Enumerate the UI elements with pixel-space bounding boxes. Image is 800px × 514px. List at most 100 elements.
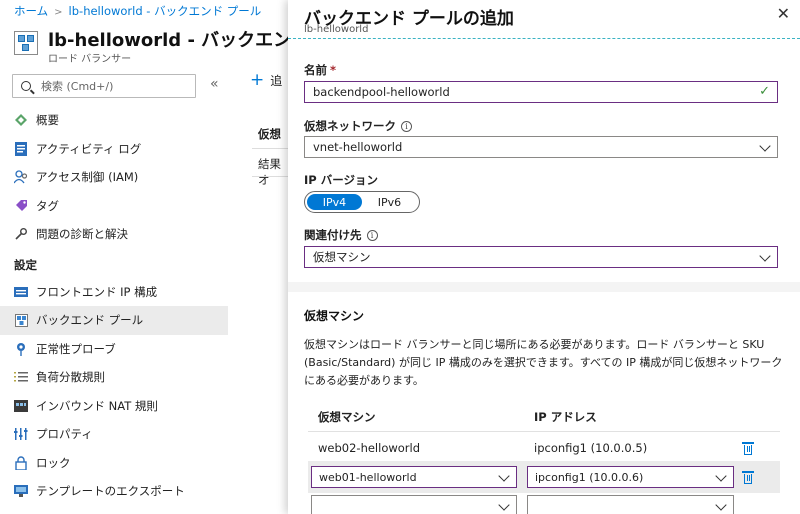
- plus-icon: +: [250, 70, 265, 90]
- ip-version-option-ipv6[interactable]: IPv6: [362, 194, 417, 210]
- menu-item-label: 概要: [36, 113, 59, 128]
- chevron-down-icon: [759, 250, 771, 262]
- menu-item-properties[interactable]: プロパティ: [0, 420, 228, 449]
- menu-item-export-template[interactable]: テンプレートのエクスポート: [0, 477, 228, 506]
- breadcrumb-home[interactable]: ホーム: [14, 4, 48, 18]
- add-button-label: 追: [270, 74, 283, 88]
- menu-item-diagnose[interactable]: 問題の診断と解決: [0, 220, 228, 249]
- menu-item-label: プロパティ: [36, 427, 93, 442]
- menu-item-overview[interactable]: 概要: [0, 106, 228, 135]
- vm-section-description: 仮想マシンはロード バランサーと同じ場所にある必要があります。ロード バランサー…: [304, 338, 783, 387]
- menu-item-backend-pool[interactable]: バックエンド プール: [0, 306, 228, 335]
- name-input[interactable]: backendpool-helloworld ✓: [304, 81, 778, 103]
- menu-item-activity-log[interactable]: アクティビティ ログ: [0, 135, 228, 164]
- delete-icon[interactable]: [742, 471, 754, 484]
- menu-item-label: ロック: [36, 455, 71, 470]
- activity-log-icon: [14, 141, 28, 156]
- panel-subtitle: lb-helloworld: [304, 24, 369, 35]
- vm-select-value: web01-helloworld: [319, 470, 417, 484]
- vnet-label-text: 仮想ネットワーク: [304, 119, 396, 133]
- menu-item-label: 正常性プローブ: [36, 341, 116, 356]
- ip-select-value: ipconfig1 (10.0.0.6): [535, 470, 644, 484]
- menu-item-frontend-ip[interactable]: フロントエンド IP 構成: [0, 278, 228, 307]
- breadcrumb: ホーム > lb-helloworld - バックエンド プール: [14, 3, 261, 19]
- associate-dropdown-value: 仮想マシン: [313, 250, 371, 264]
- wrench-icon: [14, 227, 28, 241]
- add-backend-pool-panel: バックエンド プールの追加 lb-helloworld ✕ 名前 * backen…: [288, 0, 800, 514]
- menu-item-label: アクティビティ ログ: [36, 141, 142, 156]
- name-label: 名前 *: [304, 62, 336, 78]
- azure-portal: ホーム > lb-helloworld - バックエンド プール lb-hellow…: [0, 0, 800, 514]
- menu-item-label: テンプレートのエクスポート: [36, 484, 185, 499]
- menu-item-inbound-nat[interactable]: インバウンド NAT 規則: [0, 392, 228, 421]
- associate-label-text: 関連付け先: [304, 228, 362, 242]
- menu-search-input[interactable]: 検索 (Cmd+/): [12, 74, 196, 98]
- menu-item-access-control[interactable]: アクセス制御 (IAM): [0, 163, 228, 192]
- ip-version-toggle: IPv4 IPv6: [304, 191, 420, 213]
- chevron-down-icon: [759, 140, 771, 152]
- delete-icon[interactable]: [742, 442, 754, 455]
- column-header-vm: 仮想マシン: [318, 410, 376, 424]
- info-icon[interactable]: i: [366, 229, 378, 241]
- menu-item-label: バックエンド プール: [36, 313, 144, 328]
- column-header-ip: IP アドレス: [534, 410, 597, 424]
- overview-icon: [14, 113, 28, 127]
- ip-select[interactable]: ipconfig1 (10.0.0.6): [527, 466, 734, 488]
- search-placeholder: 検索 (Cmd+/): [41, 80, 114, 93]
- vm-section-title: 仮想マシン: [304, 309, 365, 323]
- grid-divider: [252, 148, 288, 149]
- breadcrumb-separator: >: [54, 7, 63, 18]
- ip-cell: ipconfig1 (10.0.0.5): [534, 441, 648, 455]
- export-template-icon: [14, 484, 28, 498]
- backend-pool-icon: [14, 313, 28, 327]
- ip-select-empty[interactable]: [527, 495, 734, 514]
- health-probe-icon: [14, 342, 28, 356]
- vm-select[interactable]: web01-helloworld: [311, 466, 517, 488]
- vnet-label: 仮想ネットワーク i: [304, 118, 412, 134]
- grid-header-fragment: 仮想: [258, 127, 281, 141]
- menu-item-label: インバウンド NAT 規則: [36, 398, 158, 413]
- menu-item-label: アクセス制御 (IAM): [36, 170, 139, 185]
- grid-divider: [252, 176, 288, 177]
- ip-version-label: IP バージョン: [304, 173, 378, 187]
- close-icon[interactable]: ✕: [777, 4, 790, 23]
- name-label-text: 名前: [304, 63, 327, 77]
- info-icon[interactable]: i: [401, 120, 412, 132]
- vm-select-empty[interactable]: [311, 495, 517, 514]
- associate-dropdown[interactable]: 仮想マシン: [304, 246, 778, 268]
- chevron-down-icon: [715, 499, 727, 511]
- ip-version-option-ipv4[interactable]: IPv4: [307, 194, 362, 210]
- vnet-dropdown[interactable]: vnet-helloworld: [304, 136, 778, 158]
- settings-section-header: 設定: [14, 258, 37, 272]
- vnet-dropdown-value: vnet-helloworld: [313, 140, 403, 154]
- menu-item-tags[interactable]: タグ: [0, 192, 228, 221]
- menu-item-label: フロントエンド IP 構成: [36, 284, 158, 299]
- menu-item-health-probe[interactable]: 正常性プローブ: [0, 335, 228, 364]
- menu-item-lb-rules[interactable]: 負荷分散規則: [0, 363, 228, 392]
- chevron-down-icon: [498, 499, 510, 511]
- grid-row-fragment: 結果オ: [258, 157, 281, 187]
- menu-item-locks[interactable]: ロック: [0, 449, 228, 478]
- menu-item-label: タグ: [36, 198, 59, 213]
- name-input-value: backendpool-helloworld: [313, 85, 450, 99]
- panel-header-divider: [288, 38, 800, 39]
- resource-type: ロード バランサー: [48, 54, 132, 65]
- load-balancer-icon: [14, 31, 38, 55]
- lock-icon: [14, 456, 28, 470]
- resource-menu: 概要 アクティビティ ログ アクセス制御 (IAM) タグ 問題の診断と解決 設…: [0, 106, 228, 506]
- frontend-ip-icon: [14, 285, 28, 299]
- lb-rules-icon: [14, 370, 28, 384]
- required-marker: *: [330, 63, 337, 77]
- valid-check-icon: ✓: [759, 84, 770, 99]
- tag-icon: [14, 199, 28, 213]
- collapse-menu-button[interactable]: «: [210, 76, 219, 92]
- breadcrumb-current[interactable]: lb-helloworld - バックエンド プール: [69, 4, 262, 18]
- menu-item-label: 問題の診断と解決: [36, 227, 128, 242]
- section-separator: [288, 282, 800, 292]
- add-button[interactable]: + 追: [250, 70, 282, 90]
- menu-item-label: 負荷分散規則: [36, 370, 105, 385]
- nat-rules-icon: [14, 399, 28, 413]
- chevron-down-icon: [498, 470, 510, 482]
- table-divider: [308, 431, 780, 432]
- vm-cell: web02-helloworld: [318, 441, 421, 455]
